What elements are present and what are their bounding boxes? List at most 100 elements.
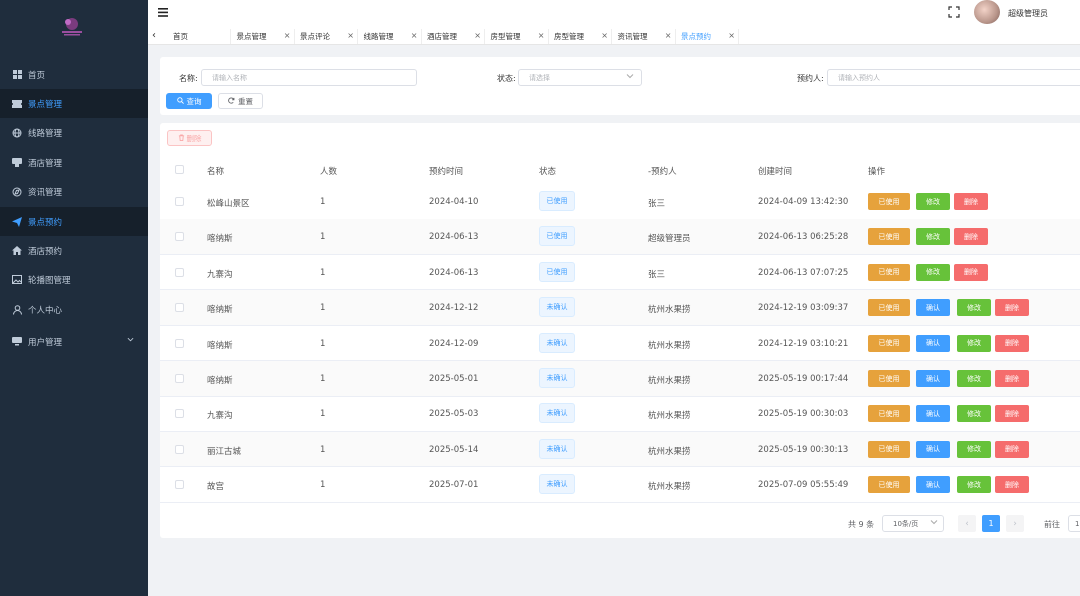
- row-booker: 杭州水果捞: [648, 305, 691, 316]
- close-icon[interactable]: ×: [728, 31, 735, 40]
- page-number-button[interactable]: 1: [982, 515, 1000, 532]
- mark-used-button[interactable]: 已使用: [868, 193, 910, 210]
- status-badge: 未确认: [539, 332, 575, 353]
- tab-2[interactable]: 景点评论 ×: [295, 29, 358, 44]
- query-button-label: 查询: [186, 96, 202, 106]
- close-icon[interactable]: ×: [411, 31, 418, 40]
- tab-3[interactable]: 线路管理 ×: [359, 29, 422, 44]
- sidebar-item-0[interactable]: 首页: [0, 60, 148, 89]
- row-count: 1: [320, 303, 326, 314]
- tab-6[interactable]: 房型管理 ×: [549, 29, 612, 44]
- edit-button[interactable]: 修改: [957, 299, 991, 317]
- edit-button[interactable]: 修改: [916, 263, 950, 281]
- row-checkbox[interactable]: [175, 232, 184, 242]
- edit-button[interactable]: 修改: [957, 370, 991, 387]
- mark-used-button[interactable]: 已使用: [868, 299, 910, 317]
- tab-label: 酒店管理: [427, 32, 457, 41]
- query-button[interactable]: 查询: [166, 93, 212, 109]
- edit-button[interactable]: 修改: [916, 193, 950, 210]
- tab-4[interactable]: 酒店管理 ×: [422, 29, 485, 44]
- mark-used-button[interactable]: 已使用: [868, 370, 910, 387]
- row-checkbox[interactable]: [175, 480, 184, 490]
- delete-button[interactable]: 删除: [954, 263, 988, 281]
- row-count: 1: [320, 444, 326, 455]
- row-checkbox[interactable]: [175, 197, 184, 206]
- edit-button[interactable]: 修改: [957, 440, 991, 458]
- tab-0[interactable]: 首页: [168, 29, 231, 44]
- close-icon[interactable]: ×: [347, 31, 354, 40]
- avatar[interactable]: [974, 0, 1000, 24]
- sidebar-item-7[interactable]: 轮播图管理: [0, 265, 148, 294]
- tab-8[interactable]: 景点预约 ×: [676, 29, 739, 44]
- sidebar-item-4[interactable]: 资讯管理: [0, 177, 148, 206]
- close-icon[interactable]: ×: [538, 31, 545, 40]
- sidebar-item-9[interactable]: 用户管理: [0, 327, 148, 356]
- confirm-button[interactable]: 确认: [916, 334, 950, 352]
- row-checkbox[interactable]: [175, 267, 184, 277]
- delete-button[interactable]: 删除: [995, 440, 1029, 458]
- delete-button[interactable]: 删除: [954, 228, 988, 246]
- row-checkbox[interactable]: [175, 338, 184, 348]
- confirm-button[interactable]: 确认: [916, 476, 950, 494]
- chevron-down-icon: [626, 72, 634, 82]
- row-checkbox[interactable]: [175, 374, 184, 383]
- close-icon[interactable]: ×: [284, 31, 291, 40]
- mark-used-button[interactable]: 已使用: [868, 228, 910, 246]
- row-count: 1: [320, 267, 326, 278]
- row-checkbox[interactable]: [175, 303, 184, 313]
- row-date: 2025-05-01: [429, 374, 479, 384]
- confirm-button[interactable]: 确认: [916, 405, 950, 423]
- status-select[interactable]: 请选择: [518, 69, 642, 86]
- reset-button[interactable]: 重置: [218, 93, 263, 109]
- confirm-button[interactable]: 确认: [916, 440, 950, 458]
- sidebar-item-8[interactable]: 个人中心: [0, 295, 148, 324]
- row-name: 喀纳斯: [207, 234, 233, 245]
- select-all-checkbox[interactable]: [175, 165, 184, 174]
- next-page-button[interactable]: ›: [1006, 515, 1024, 532]
- hamburger-icon[interactable]: [158, 8, 168, 20]
- tab-label: 景点预约: [681, 32, 711, 41]
- mark-used-button[interactable]: 已使用: [868, 440, 910, 458]
- goto-page-input[interactable]: 1: [1068, 515, 1080, 532]
- delete-button[interactable]: 删除: [995, 476, 1029, 494]
- sidebar-item-3[interactable]: 酒店管理: [0, 148, 148, 177]
- tab-1[interactable]: 景点管理 ×: [232, 29, 295, 44]
- sidebar-item-6[interactable]: 酒店预约: [0, 236, 148, 265]
- row-checkbox[interactable]: [175, 444, 184, 454]
- booker-search-input[interactable]: 请输入预约人: [827, 69, 1080, 86]
- tab-7[interactable]: 资讯管理 ×: [613, 29, 676, 44]
- prev-page-button[interactable]: ‹: [958, 515, 976, 532]
- name-search-input[interactable]: 请输入名称: [201, 69, 417, 86]
- delete-button[interactable]: 删除: [995, 299, 1029, 317]
- edit-button[interactable]: 修改: [957, 476, 991, 494]
- edit-button[interactable]: 修改: [957, 334, 991, 352]
- sidebar-item-5[interactable]: 景点预约: [0, 207, 148, 236]
- confirm-button[interactable]: 确认: [916, 370, 950, 387]
- sidebar-item-1[interactable]: 景点管理: [0, 89, 148, 118]
- fullscreen-icon[interactable]: [948, 6, 960, 21]
- close-icon[interactable]: ×: [665, 31, 672, 40]
- status-badge: 未确认: [539, 438, 575, 459]
- row-created: 2024-04-09 13:42:30: [758, 197, 849, 207]
- edit-button[interactable]: 修改: [916, 228, 950, 246]
- delete-button[interactable]: 删除: [954, 193, 988, 210]
- mark-used-button[interactable]: 已使用: [868, 476, 910, 494]
- delete-button[interactable]: 删除: [995, 405, 1029, 423]
- close-icon[interactable]: ×: [474, 31, 481, 40]
- mark-used-button[interactable]: 已使用: [868, 334, 910, 352]
- tabs-scroll-left-icon[interactable]: ‹: [152, 30, 156, 41]
- sidebar-item-2[interactable]: 线路管理: [0, 118, 148, 147]
- delete-button[interactable]: 删除: [995, 334, 1029, 352]
- batch-delete-button[interactable]: 删除: [167, 130, 212, 146]
- mark-used-button[interactable]: 已使用: [868, 263, 910, 281]
- confirm-button[interactable]: 确认: [916, 299, 950, 317]
- edit-button[interactable]: 修改: [957, 405, 991, 423]
- tab-5[interactable]: 房型管理 ×: [486, 29, 549, 44]
- row-checkbox[interactable]: [175, 409, 184, 419]
- admin-name[interactable]: 超级管理员: [1008, 8, 1048, 19]
- delete-button[interactable]: 删除: [995, 370, 1029, 387]
- close-icon[interactable]: ×: [601, 31, 608, 40]
- mark-used-button[interactable]: 已使用: [868, 405, 910, 423]
- row-date: 2024-06-13: [429, 232, 479, 243]
- page-size-select[interactable]: 10条/页: [882, 515, 944, 532]
